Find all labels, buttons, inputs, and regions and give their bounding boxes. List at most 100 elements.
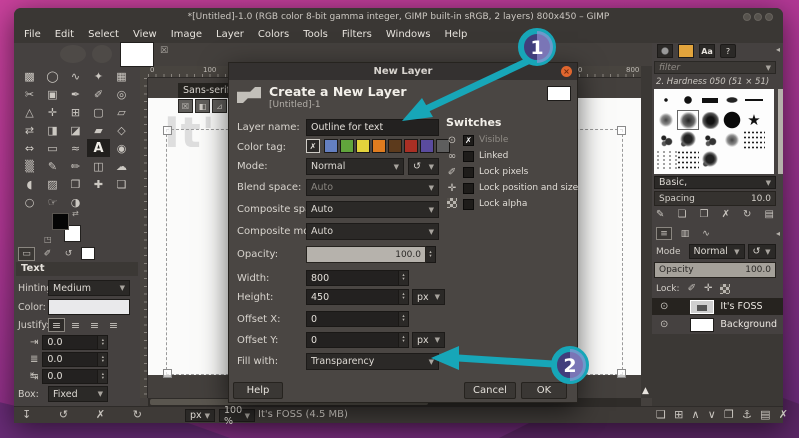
duplicate-layer-icon[interactable]: ❐ [724, 408, 734, 421]
textbox-handle[interactable] [163, 369, 172, 378]
opacity-slider[interactable]: 100.0 [306, 246, 426, 263]
lock-position-icon[interactable]: ✛ [704, 283, 712, 294]
cage-transform-tool[interactable]: ▭ [41, 139, 64, 157]
linked-checkbox[interactable] [463, 151, 474, 162]
eraser-tool[interactable]: ◫ [87, 157, 110, 175]
brushes-tab[interactable] [657, 44, 673, 58]
switch-lock-pixels[interactable]: ✐ Lock pixels [446, 165, 528, 179]
unified-transform-tool[interactable]: ▱ [110, 103, 133, 121]
mode-reset-button[interactable]: ↺▼ [408, 158, 439, 175]
menu-item[interactable]: Image [171, 29, 202, 40]
fonts-tab[interactable]: Aa [699, 44, 715, 58]
width-spinner[interactable]: ▴▾ [399, 270, 409, 286]
scissors-select-tool[interactable]: ✂ [18, 85, 41, 103]
heal-tool[interactable]: ✚ [87, 175, 110, 193]
colors-tab[interactable] [81, 247, 95, 260]
height-spinner[interactable]: ▴▾ [399, 289, 409, 305]
paths-tab[interactable]: ∿ [698, 227, 714, 240]
lock-alpha-icon[interactable] [720, 284, 730, 294]
fill-color-swatch[interactable] [547, 86, 571, 101]
brush-block[interactable] [699, 90, 721, 110]
maximize-button[interactable] [754, 13, 762, 21]
new-group-icon[interactable]: ⊞ [674, 408, 683, 421]
text-italic-icon[interactable]: ⊿ [212, 99, 227, 113]
airbrush-tool[interactable]: ☁ [110, 157, 133, 175]
shear-tool[interactable]: ◨ [41, 121, 64, 139]
scroll-up-icon[interactable]: ▲ [642, 386, 649, 396]
delete-brush-icon[interactable]: ✗ [722, 209, 730, 220]
brush-hardness-100[interactable] [721, 110, 743, 130]
color-tag-violet[interactable] [420, 139, 434, 153]
text-tool[interactable]: A [87, 139, 110, 157]
menu-item[interactable]: Windows [386, 29, 431, 40]
zoom-tool[interactable]: ◎ [110, 85, 133, 103]
zoom-dropdown[interactable]: 100 %▼ [219, 409, 255, 422]
menu-item[interactable]: Help [445, 29, 468, 40]
textbox-handle[interactable] [617, 369, 626, 378]
ellipse-select-tool[interactable]: ◯ [41, 67, 64, 85]
new-brush-icon[interactable]: ❏ [677, 209, 686, 220]
vertical-scrollbar[interactable]: ▲ [641, 66, 652, 398]
line-spacing-spinner[interactable]: ▴▾ [98, 352, 108, 367]
brush-dot[interactable] [677, 90, 699, 110]
merge-layer-icon[interactable]: ▤ [760, 408, 770, 421]
pencil-tool[interactable]: ✎ [41, 157, 64, 175]
menu-item[interactable]: Tools [303, 29, 328, 40]
brush-chalk[interactable] [699, 130, 721, 150]
lock-alpha-checkbox[interactable] [463, 199, 474, 210]
new-layer-icon[interactable]: ❏ [656, 408, 666, 421]
select-by-color-tool[interactable]: ▦ [110, 67, 133, 85]
default-colors-icon[interactable]: ◳ [44, 235, 52, 244]
visible-checkbox[interactable]: ✗ [463, 135, 474, 146]
gradient-tool[interactable]: ▒ [18, 157, 41, 175]
refresh-brushes-icon[interactable]: ↻ [743, 209, 751, 220]
document-history-tab[interactable]: ? [720, 44, 736, 58]
color-tag-blue[interactable] [324, 139, 338, 153]
switch-linked[interactable]: ∞ Linked [446, 149, 508, 163]
raise-layer-icon[interactable]: ∧ [691, 408, 699, 421]
lock-pixels-checkbox[interactable] [463, 167, 474, 178]
fill-with-dropdown[interactable]: Transparency▼ [306, 353, 439, 370]
layer-row-its-foss[interactable]: ⊙ It's FOSS [652, 298, 783, 315]
rectangle-select-tool[interactable]: ▩ [18, 67, 41, 85]
brush-grid-scrollbar[interactable] [778, 89, 783, 174]
textbox-handle[interactable] [163, 126, 172, 135]
cancel-button[interactable]: Cancel [464, 382, 516, 399]
hinting-dropdown[interactable]: Medium▼ [48, 280, 130, 296]
image-tab-thumbnail[interactable] [120, 42, 154, 67]
text-close-icon[interactable]: ☒ [178, 99, 193, 113]
duplicate-brush-icon[interactable]: ❐ [700, 209, 709, 220]
patterns-tab[interactable] [678, 44, 694, 58]
brush-star[interactable]: ★ [743, 110, 765, 130]
brush-sand[interactable] [743, 130, 765, 150]
layer-row-background[interactable]: ⊙ Background [652, 316, 783, 333]
scale-tool[interactable]: ⇔ [18, 139, 41, 157]
channels-tab[interactable]: ▥ [677, 227, 693, 240]
flip-tool[interactable]: ⇄ [18, 121, 41, 139]
visibility-eye-icon[interactable]: ⊙ [660, 301, 668, 312]
image-tab-close-icon[interactable]: ☒ [160, 46, 168, 56]
height-input[interactable]: 450 [306, 289, 399, 305]
offset-y-input[interactable]: 0 [306, 332, 399, 348]
mode-reset-button[interactable]: ↺ ▼ [748, 244, 776, 259]
delete-tool-preset-icon[interactable]: ✗ [96, 408, 105, 421]
justify-left-button[interactable]: ≡ [48, 318, 65, 332]
layers-tab[interactable]: ≡ [656, 227, 672, 240]
layer-opacity-slider[interactable]: Opacity 100.0 [654, 262, 776, 278]
lock-pixels-icon[interactable]: ✐ [688, 283, 696, 294]
mode-dropdown[interactable]: Normal▼ [306, 158, 404, 175]
brush-charcoal[interactable] [677, 130, 699, 150]
brush-filter-input[interactable]: filter ▼ [654, 61, 776, 74]
reset-tool-options-icon[interactable]: ↻ [133, 408, 142, 421]
help-button[interactable]: Help [233, 382, 283, 399]
3d-transform-tool[interactable]: ◇ [110, 121, 133, 139]
lower-layer-icon[interactable]: ∨ [708, 408, 716, 421]
foreground-color-swatch[interactable] [52, 213, 69, 230]
delete-layer-icon[interactable]: ✗ [779, 408, 788, 421]
mypaint-brush-tool[interactable]: ▨ [41, 175, 64, 193]
switch-lock-position[interactable]: ✛ Lock position and size [446, 181, 578, 195]
perspective-tool[interactable]: ◪ [64, 121, 87, 139]
justify-fill-button[interactable]: ≡ [105, 318, 122, 332]
justify-center-button[interactable]: ≡ [67, 318, 84, 332]
box-dropdown[interactable]: Fixed▼ [48, 386, 108, 402]
